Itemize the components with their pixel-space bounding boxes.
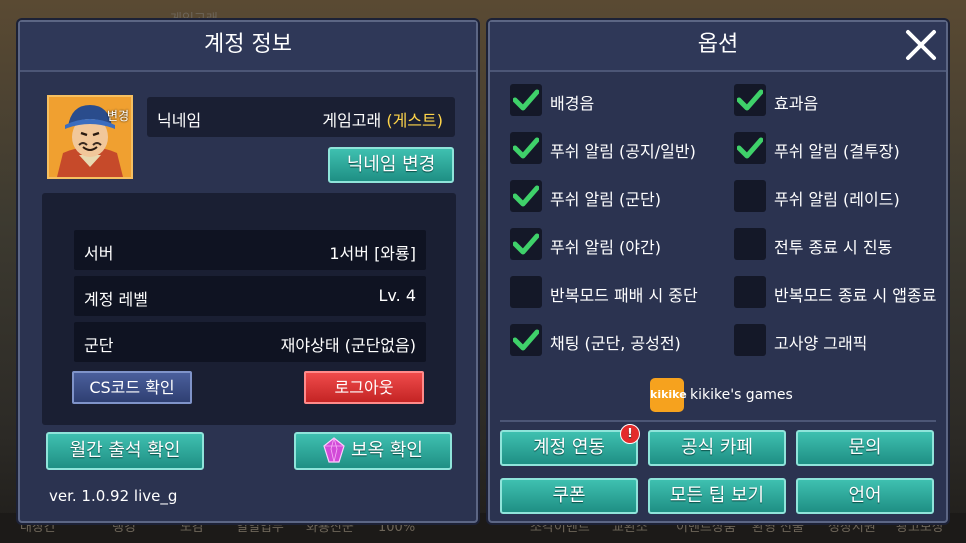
kikike-logo: kikike [650,378,687,412]
account-link-button[interactable]: 계정 연동 ! [500,424,640,466]
option-checkbox[interactable] [734,228,766,260]
option-checkbox[interactable] [734,84,766,116]
option-checkbox[interactable] [510,84,542,116]
options-divider [500,420,936,422]
option-checkbox[interactable] [510,180,542,212]
all-tips-button[interactable]: 모든 팁 보기 [648,478,786,514]
gem-check-label: 보옥 확인 [351,440,423,461]
logout-button[interactable]: 로그아웃 [304,371,424,404]
account-panel-title: 계정 정보 [20,22,476,72]
checkmark-icon [513,329,539,351]
official-cafe-button[interactable]: 공식 카페 [648,430,786,466]
option-label: 반복모드 종료 시 앱종료 [774,286,937,305]
checkmark-icon [737,137,763,159]
option-label: 배경음 [550,94,595,113]
server-row: 서버 1서버 [와룡] [74,230,426,270]
alert-badge-icon: ! [620,424,640,444]
checkmark-icon [737,89,763,111]
server-value: 1서버 [와룡] [329,244,416,263]
account-link-label: 계정 연동 [533,437,605,458]
option-label: 전투 종료 시 진동 [774,238,893,257]
option-checkbox[interactable] [734,276,766,308]
avatar-change-label: 변경 [106,109,129,123]
legion-value: 재야상태 (군단없음) [280,336,416,355]
option-checkbox[interactable] [734,324,766,356]
avatar[interactable]: 변경 [47,95,133,179]
account-level-label: 계정 레벨 [84,290,148,309]
option-checkbox[interactable] [734,180,766,212]
options-panel: 옵션 배경음 효과음푸쉬 알림 (공지/일반) 푸쉬 알림 (결투장) 푸쉬 알림 (… [488,20,948,523]
monthly-attendance-button[interactable]: 월간 출석 확인 [46,432,204,470]
checkmark-icon [513,233,539,255]
checkmark-icon [513,137,539,159]
publisher-name: kikike's games [690,387,793,403]
option-label: 채팅 (군단, 공성전) [550,334,681,353]
cs-code-button[interactable]: CS코드 확인 [72,371,192,404]
option-label: 푸쉬 알림 (야간) [550,238,661,257]
option-checkbox[interactable] [510,228,542,260]
option-checkbox[interactable] [734,132,766,164]
options-panel-title: 옵션 [490,22,946,72]
option-label: 푸쉬 알림 (공지/일반) [550,142,696,161]
language-button[interactable]: 언어 [796,478,934,514]
gem-icon [323,436,345,463]
account-level-row: 계정 레벨 Lv. 4 [74,276,426,316]
nickname-label: 닉네임 [157,111,202,130]
nickname-value-group: 게임고래 (게스트) [322,107,443,131]
option-checkbox[interactable] [510,276,542,308]
inquiry-button[interactable]: 문의 [796,430,934,466]
option-label: 푸쉬 알림 (레이드) [774,190,900,209]
server-label: 서버 [84,244,114,263]
legion-label: 군단 [84,336,114,355]
checkmark-icon [513,185,539,207]
legion-row: 군단 재야상태 (군단없음) [74,322,426,362]
nickname-row: 닉네임 게임고래 (게스트) [147,97,455,137]
option-label: 반복모드 패배 시 중단 [550,286,698,305]
version-text: ver. 1.0.92 live_g [49,487,178,505]
option-label: 푸쉬 알림 (군단) [550,190,661,209]
close-icon[interactable] [904,28,938,62]
coupon-button[interactable]: 쿠폰 [500,478,638,514]
account-info-panel: 계정 정보 변경 닉네임 게임고래 (게스트) 닉네임 변경 서버 1서버 [와… [18,20,478,523]
nickname-value: 게임고래 [322,111,382,130]
checkmark-icon [513,89,539,111]
option-checkbox[interactable] [510,132,542,164]
option-label: 효과음 [774,94,819,113]
option-label: 고사양 그래픽 [774,334,868,353]
option-checkbox[interactable] [510,324,542,356]
option-label: 푸쉬 알림 (결투장) [774,142,900,161]
account-level-value: Lv. 4 [378,286,417,305]
gem-check-button[interactable]: 보옥 확인 [294,432,452,470]
change-nickname-button[interactable]: 닉네임 변경 [328,147,454,183]
guest-tag: (게스트) [386,111,443,130]
